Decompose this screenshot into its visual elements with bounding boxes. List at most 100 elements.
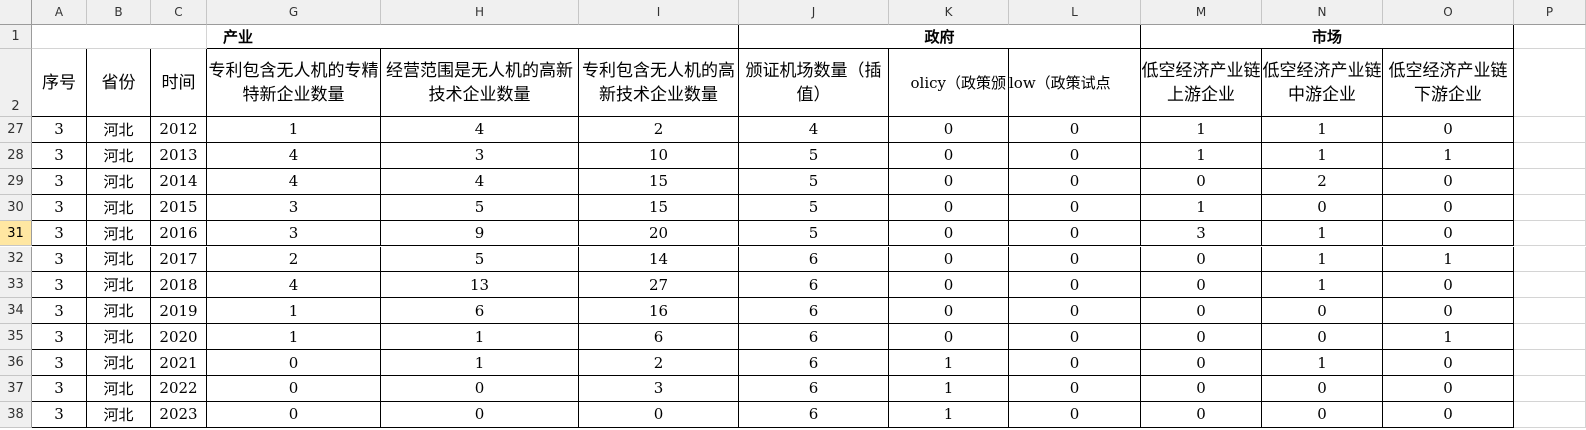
data-cell[interactable]: 0	[1262, 298, 1383, 325]
row-header-28[interactable]: 28	[0, 142, 32, 169]
data-cell[interactable]: 3	[32, 142, 87, 169]
data-cell[interactable]: 0	[1141, 246, 1262, 273]
column-header-m[interactable]: M	[1141, 0, 1262, 25]
data-cell[interactable]: 0	[1009, 194, 1141, 221]
data-cell[interactable]: 3	[381, 142, 579, 169]
data-cell[interactable]: 4	[739, 117, 889, 143]
data-cell[interactable]: 0	[1009, 376, 1141, 402]
data-cell[interactable]: 1	[381, 324, 579, 351]
data-cell[interactable]: 0	[1262, 194, 1383, 221]
data-cell[interactable]: 0	[1009, 220, 1141, 247]
data-cell[interactable]: 河北	[87, 298, 151, 325]
blank-cell[interactable]	[1514, 246, 1586, 273]
data-cell[interactable]: 0	[1141, 324, 1262, 351]
data-cell[interactable]: 河北	[87, 220, 151, 247]
row-header-35[interactable]: 35	[0, 324, 32, 351]
data-cell[interactable]: 0	[207, 376, 381, 402]
blank-cell[interactable]	[1514, 324, 1586, 351]
row-header-1[interactable]: 1	[0, 25, 32, 49]
data-cell[interactable]: 1	[207, 117, 381, 143]
blank-cell[interactable]	[1514, 117, 1586, 143]
blank-cell[interactable]	[1514, 272, 1586, 299]
data-cell[interactable]: 河北	[87, 324, 151, 351]
data-cell[interactable]: 1	[1141, 117, 1262, 143]
row-header-37[interactable]: 37	[0, 376, 32, 402]
data-cell[interactable]: 1	[1262, 220, 1383, 247]
data-cell[interactable]: 0	[889, 298, 1009, 325]
data-cell[interactable]: 6	[579, 324, 739, 351]
data-cell[interactable]: 0	[1262, 401, 1383, 428]
blank-cell[interactable]	[1514, 142, 1586, 169]
data-cell[interactable]: 0	[1009, 401, 1141, 428]
data-cell[interactable]: 0	[889, 168, 1009, 195]
column-header-o[interactable]: O	[1383, 0, 1514, 25]
data-cell[interactable]: 0	[1383, 350, 1514, 376]
data-cell[interactable]: 14	[579, 246, 739, 273]
data-cell[interactable]: 3	[32, 324, 87, 351]
column-header-g[interactable]: G	[207, 0, 381, 25]
data-cell[interactable]: 0	[1141, 298, 1262, 325]
group-header-industry[interactable]: 产业	[207, 25, 739, 49]
data-cell[interactable]: 2	[1262, 168, 1383, 195]
data-cell[interactable]: 3	[32, 376, 87, 402]
data-cell[interactable]: 0	[207, 401, 381, 428]
data-cell[interactable]: 河北	[87, 194, 151, 221]
data-cell[interactable]: 3	[32, 194, 87, 221]
data-cell[interactable]: 河北	[87, 117, 151, 143]
data-cell[interactable]: 0	[1383, 194, 1514, 221]
data-cell[interactable]: 0	[1141, 272, 1262, 299]
data-cell[interactable]: 2013	[151, 142, 207, 169]
data-cell[interactable]: 0	[889, 194, 1009, 221]
data-cell[interactable]: 1	[1383, 142, 1514, 169]
data-cell[interactable]: 5	[381, 194, 579, 221]
row-header-2[interactable]: 2	[0, 49, 32, 117]
column-title-cell[interactable]: 经营范围是无人机的高新技术企业数量	[381, 49, 579, 117]
blank-cell[interactable]	[1514, 298, 1586, 325]
data-cell[interactable]: 2018	[151, 272, 207, 299]
data-cell[interactable]: 2012	[151, 117, 207, 143]
data-cell[interactable]: 4	[207, 168, 381, 195]
data-cell[interactable]: 2022	[151, 376, 207, 402]
data-cell[interactable]: 6	[739, 401, 889, 428]
column-header-i[interactable]: I	[579, 0, 739, 25]
column-header-c[interactable]: C	[151, 0, 207, 25]
blank-cell[interactable]	[1514, 376, 1586, 402]
data-cell[interactable]: 2019	[151, 298, 207, 325]
column-title-cell[interactable]: 低空经济产业链上游企业	[1141, 49, 1262, 117]
column-title-cell[interactable]: 专利包含无人机的专精特新企业数量	[207, 49, 381, 117]
data-cell[interactable]: 3	[32, 117, 87, 143]
data-cell[interactable]: 0	[1262, 324, 1383, 351]
data-cell[interactable]: 3	[32, 272, 87, 299]
column-title-cell[interactable]: 省份	[87, 49, 151, 117]
data-cell[interactable]: 0	[1009, 350, 1141, 376]
blank-cell[interactable]	[1514, 350, 1586, 376]
data-cell[interactable]: 0	[1009, 168, 1141, 195]
data-cell[interactable]: 1	[1383, 324, 1514, 351]
data-cell[interactable]: 16	[579, 298, 739, 325]
data-cell[interactable]: 1	[207, 324, 381, 351]
data-cell[interactable]: 0	[1383, 298, 1514, 325]
data-cell[interactable]: 0	[889, 272, 1009, 299]
column-header-n[interactable]: N	[1262, 0, 1383, 25]
data-cell[interactable]: 河北	[87, 350, 151, 376]
data-cell[interactable]: 1	[1262, 117, 1383, 143]
row-header-38[interactable]: 38	[0, 401, 32, 428]
data-cell[interactable]: 1	[1141, 194, 1262, 221]
data-cell[interactable]: 0	[1383, 117, 1514, 143]
data-cell[interactable]: 河北	[87, 272, 151, 299]
data-cell[interactable]: 0	[1383, 272, 1514, 299]
data-cell[interactable]: 0	[1009, 246, 1141, 273]
data-cell[interactable]: 1	[1262, 142, 1383, 169]
data-cell[interactable]: 3	[32, 246, 87, 273]
data-cell[interactable]: 6	[739, 298, 889, 325]
row-header-31[interactable]: 31	[0, 220, 32, 247]
data-cell[interactable]: 0	[1009, 324, 1141, 351]
column-title-cell[interactable]: low（政策试点	[1009, 49, 1141, 117]
data-cell[interactable]: 27	[579, 272, 739, 299]
data-cell[interactable]: 1	[1383, 246, 1514, 273]
data-cell[interactable]: 2	[579, 117, 739, 143]
column-title-cell[interactable]: olicy（政策颁	[889, 49, 1009, 117]
group-header-market[interactable]: 市场	[1141, 25, 1514, 49]
data-cell[interactable]: 1	[889, 376, 1009, 402]
row-header-32[interactable]: 32	[0, 246, 32, 273]
